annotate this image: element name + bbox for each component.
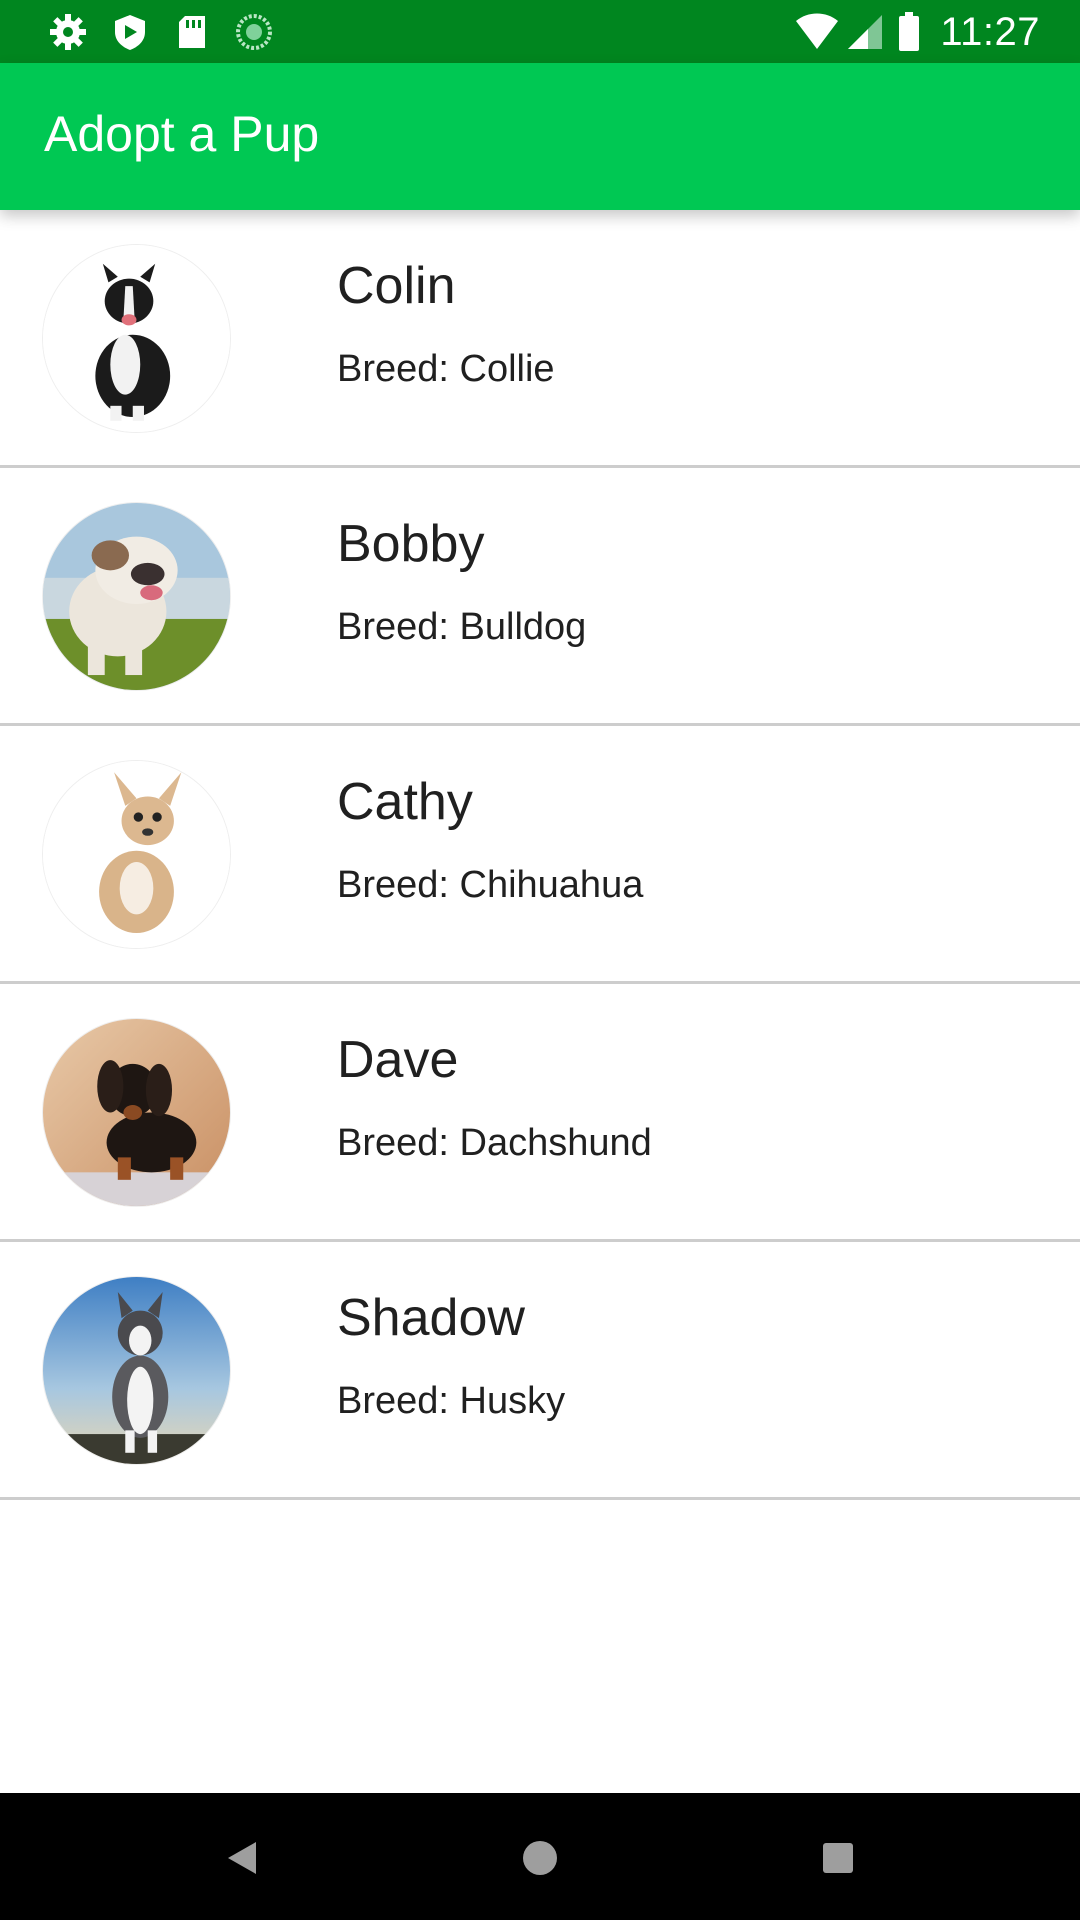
notification-icons: [48, 12, 274, 52]
sync-icon: [234, 12, 274, 52]
app-title: Adopt a Pup: [44, 106, 320, 162]
clock: 11:27: [940, 9, 1040, 54]
back-icon[interactable]: [212, 1833, 272, 1883]
pup-name: Cathy: [337, 773, 473, 831]
dachshund-photo: [42, 1018, 231, 1207]
recents-icon[interactable]: [808, 1833, 868, 1883]
pup-breed: Breed: Dachshund: [337, 1122, 652, 1164]
pup-breed: Breed: Chihuahua: [337, 864, 644, 906]
system-indicators: 11:27: [794, 10, 1040, 54]
bulldog-photo: [42, 502, 231, 691]
pup-list-item[interactable]: Cathy Breed: Chihuahua: [0, 726, 1080, 984]
pup-list: Colin Breed: Collie Bobby Breed: Bulldog: [0, 210, 1080, 1500]
home-icon[interactable]: [510, 1833, 570, 1883]
pup-breed: Breed: Bulldog: [337, 606, 587, 648]
pup-list-item[interactable]: Dave Breed: Dachshund: [0, 984, 1080, 1242]
signal-icon: [846, 13, 884, 51]
husky-photo: [42, 1276, 231, 1465]
pup-breed: Breed: Collie: [337, 348, 555, 390]
pup-list-item[interactable]: Bobby Breed: Bulldog: [0, 468, 1080, 726]
chihuahua-photo: [42, 760, 231, 949]
battery-icon: [898, 12, 920, 52]
app-bar: Adopt a Pup: [0, 63, 1080, 210]
shield-icon: [110, 12, 150, 52]
settings-icon: [48, 12, 88, 52]
navigation-bar: [0, 1793, 1080, 1920]
pup-name: Shadow: [337, 1289, 525, 1347]
pup-name: Dave: [337, 1031, 459, 1089]
pup-name: Colin: [337, 257, 456, 315]
collie-photo: [42, 244, 231, 433]
pup-list-item[interactable]: Shadow Breed: Husky: [0, 1242, 1080, 1500]
pup-list-item[interactable]: Colin Breed: Collie: [0, 210, 1080, 468]
sd-card-icon: [172, 12, 212, 52]
wifi-icon: [794, 13, 840, 51]
status-bar: 11:27: [0, 0, 1080, 63]
pup-breed: Breed: Husky: [337, 1380, 566, 1422]
pup-name: Bobby: [337, 515, 485, 573]
